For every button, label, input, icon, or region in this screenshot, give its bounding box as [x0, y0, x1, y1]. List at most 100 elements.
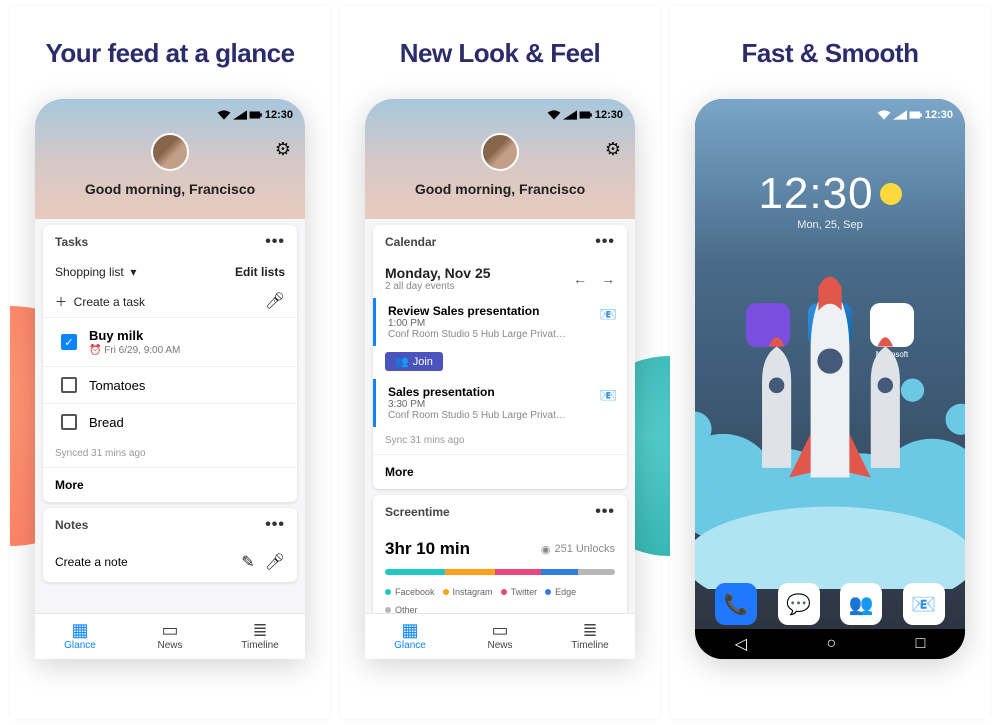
statusbar: 12:30 [695, 109, 965, 121]
nav-home-button[interactable]: ○ [826, 635, 836, 653]
more-icon[interactable]: ••• [595, 503, 615, 521]
calendar-event[interactable]: Review Sales presentation 1:00 PM Conf R… [373, 298, 627, 346]
more-icon[interactable]: ••• [265, 516, 285, 534]
greeting-text: Good morning, Francisco [365, 181, 635, 197]
dock-teams-icon[interactable]: 👥 [840, 583, 882, 625]
checkbox-icon[interactable] [61, 414, 77, 430]
calendar-allday: 2 all day events [385, 281, 491, 292]
more-icon[interactable]: ••• [265, 233, 285, 251]
checkbox-icon[interactable] [61, 377, 77, 393]
tasks-list-dropdown[interactable]: Shopping list ▾ [55, 265, 136, 279]
outlook-icon: 📧 [600, 306, 617, 323]
battery-icon [579, 110, 593, 120]
battery-icon [909, 110, 923, 120]
mic-icon[interactable]: 🎤︎ [265, 291, 285, 311]
app-label: OneDrive [808, 350, 852, 359]
tab-news[interactable]: ▭News [125, 614, 215, 659]
panel-title: Your feed at a glance [45, 38, 294, 69]
wifi-icon [217, 110, 231, 120]
tab-label: News [157, 640, 182, 651]
task-label: Bread [89, 415, 124, 430]
signal-icon [563, 110, 577, 120]
tab-timeline[interactable]: ≣Timeline [215, 614, 305, 659]
task-item[interactable]: Bread [43, 403, 297, 440]
dock-phone-icon[interactable]: 📞 [715, 583, 757, 625]
panel-title: Fast & Smooth [742, 38, 919, 69]
status-time: 12:30 [925, 109, 953, 121]
join-button[interactable]: 👥 Join [385, 352, 443, 371]
edit-lists-link[interactable]: Edit lists [235, 265, 285, 279]
calendar-card: Calendar ••• Monday, Nov 25 2 all day ev… [373, 225, 627, 489]
tab-news[interactable]: ▭News [455, 614, 545, 659]
bottom-tabs: ▦Glance ▭News ≣Timeline [35, 613, 305, 659]
gear-icon[interactable]: ⚙ [605, 139, 621, 160]
create-note-button[interactable]: Create a note [55, 555, 128, 569]
calendar-event[interactable]: Sales presentation 3:30 PM Conf Room Stu… [373, 379, 627, 427]
legend-item: Instagram [443, 587, 493, 597]
more-icon[interactable]: ••• [595, 233, 615, 251]
legend-item: Facebook [385, 587, 435, 597]
tab-timeline[interactable]: ≣Timeline [545, 614, 635, 659]
outlook-icon: 📧 [600, 387, 617, 404]
battery-icon [249, 110, 263, 120]
calendar-date: Monday, Nov 25 [385, 265, 491, 281]
statusbar: 12:30 [365, 109, 635, 121]
event-location: Conf Room Studio 5 Hub Large Privat… [388, 410, 615, 421]
tab-glance[interactable]: ▦Glance [35, 614, 125, 659]
clock-time: 12:30 [758, 169, 873, 219]
pencil-icon[interactable]: ✎ [241, 554, 254, 571]
screentime-bar [385, 569, 615, 575]
mic-icon[interactable]: 🎤︎ [265, 554, 285, 571]
tab-label: Timeline [241, 640, 278, 651]
tasks-more-button[interactable]: More [43, 467, 297, 502]
sun-icon [880, 183, 902, 205]
synced-text: Synced 31 mins ago [43, 440, 297, 467]
prev-day-button[interactable]: ← [573, 271, 587, 287]
bottom-tabs: ▦Glance ▭News ≣Timeline [365, 613, 635, 659]
status-time: 12:30 [595, 109, 623, 121]
nav-back-button[interactable]: ◁ [735, 634, 747, 654]
signal-icon [233, 110, 247, 120]
create-task-button[interactable]: ＋ Create a task [55, 293, 145, 310]
task-item[interactable]: Tomatoes [43, 366, 297, 403]
app-shortcut[interactable] [746, 303, 790, 359]
gear-icon[interactable]: ⚙ [275, 139, 291, 160]
fingerprint-icon: ◉ [541, 543, 551, 556]
dock-messages-icon[interactable]: 💬 [778, 583, 820, 625]
app-row: OneDrive Microsoft [695, 303, 965, 359]
panel-title: New Look & Feel [400, 38, 601, 69]
event-title: Review Sales presentation [388, 304, 615, 318]
avatar[interactable] [151, 133, 189, 171]
tab-label: Glance [394, 640, 426, 651]
screentime-unlocks: ◉ 251 Unlocks [541, 543, 615, 556]
tasks-card: Tasks ••• Shopping list ▾ Edit lists ＋ C… [43, 225, 297, 502]
clock-widget[interactable]: 12:30 [695, 169, 965, 219]
event-time: 1:00 PM [388, 318, 615, 329]
calendar-more-button[interactable]: More [373, 454, 627, 489]
tasks-list-name: Shopping list [55, 265, 124, 279]
nav-recent-button[interactable]: □ [916, 635, 926, 653]
screentime-title: Screentime [385, 505, 450, 519]
phone-mock-3: 12:30 12:30 Mon, 25, Sep OneDrive Micros… [695, 99, 965, 659]
android-navbar: ◁ ○ □ [695, 629, 965, 659]
tab-glance[interactable]: ▦Glance [365, 614, 455, 659]
app-label: Microsoft [870, 350, 914, 359]
tab-label: News [487, 640, 512, 651]
tab-label: Glance [64, 640, 96, 651]
app-shortcut[interactable]: Microsoft [870, 303, 914, 359]
clock-date: Mon, 25, Sep [695, 219, 965, 231]
task-label: Tomatoes [89, 378, 145, 393]
app-shortcut[interactable]: OneDrive [808, 303, 852, 359]
status-time: 12:30 [265, 109, 293, 121]
task-label: Buy milk [89, 328, 143, 343]
screentime-card: Screentime ••• 3hr 10 min ◉ 251 Unlocks … [373, 495, 627, 625]
panel-fast: Fast & Smooth 12:30 12:30 Mon, 25, Sep O… [670, 6, 990, 719]
dock-outlook-icon[interactable]: 📧 [903, 583, 945, 625]
checkbox-icon[interactable]: ✓ [61, 334, 77, 350]
avatar[interactable] [481, 133, 519, 171]
next-day-button[interactable]: → [601, 271, 615, 287]
notes-card: Notes ••• Create a note ✎ 🎤︎ [43, 508, 297, 582]
task-item[interactable]: ✓ Buy milk ⏰ Fri 6/29, 9:00 AM [43, 317, 297, 366]
phone-mock-2: 12:30 ⚙ Good morning, Francisco Calendar… [365, 99, 635, 659]
statusbar: 12:30 [35, 109, 305, 121]
